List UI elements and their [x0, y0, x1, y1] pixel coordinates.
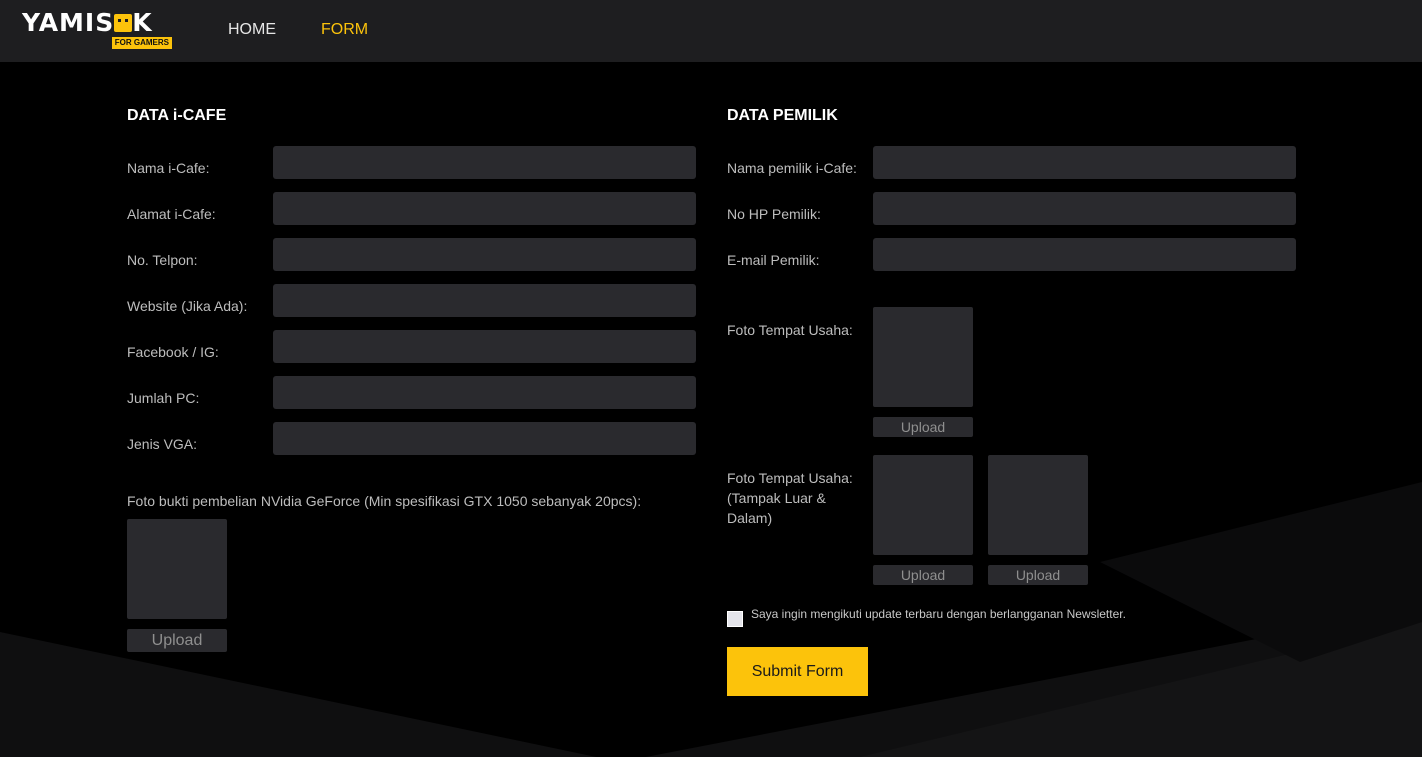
phone-label: No. Telpon: [127, 252, 198, 268]
pc-count-input[interactable] [273, 376, 696, 409]
purchase-proof-photo[interactable] [127, 519, 227, 619]
phone-input[interactable] [273, 238, 696, 271]
smiley-icon [114, 14, 133, 32]
business-photo[interactable] [873, 307, 973, 407]
logo-tagline: FOR GAMERS [111, 37, 172, 49]
owner-section-title: DATA PEMILIK [727, 107, 838, 124]
social-label: Facebook / IG: [127, 344, 219, 360]
owner-phone-input[interactable] [873, 192, 1296, 225]
icafe-address-label: Alamat i-Cafe: [127, 206, 216, 222]
business-photo-upload-button[interactable]: Upload [873, 417, 973, 437]
business-exterior-interior-label: Foto Tempat Usaha: (Tampak Luar & Dalam) [727, 470, 853, 526]
icafe-address-input[interactable] [273, 192, 696, 225]
purchase-proof-upload-button[interactable]: Upload [127, 629, 227, 652]
submit-form-button[interactable]: Submit Form [727, 647, 868, 696]
website-label: Website (Jika Ada): [127, 298, 248, 314]
newsletter-checkbox[interactable] [727, 611, 743, 627]
owner-phone-label: No HP Pemilik: [727, 206, 821, 222]
business-interior-photo[interactable] [988, 455, 1088, 555]
owner-email-label: E-mail Pemilik: [727, 252, 820, 268]
social-input[interactable] [273, 330, 696, 363]
vga-type-label: Jenis VGA: [127, 436, 198, 452]
icafe-name-label: Nama i-Cafe: [127, 160, 210, 176]
brand-logo[interactable]: YAMIS K FOR GAMERS [22, 10, 174, 50]
newsletter-label: Saya ingin mengikuti update terbaru deng… [751, 607, 1126, 621]
owner-name-label: Nama pemilik i-Cafe: [727, 160, 857, 176]
business-exterior-upload-button[interactable]: Upload [873, 565, 973, 585]
owner-email-input[interactable] [873, 238, 1296, 271]
icafe-name-input[interactable] [273, 146, 696, 179]
vga-type-input[interactable] [273, 422, 696, 455]
icafe-section-title: DATA i-CAFE [127, 107, 227, 124]
logo-wordmark: YAMIS K [22, 8, 153, 37]
top-navbar: YAMIS K FOR GAMERS HOME FORM [0, 0, 1422, 62]
business-exterior-photo[interactable] [873, 455, 973, 555]
nav-home-link[interactable]: HOME [228, 21, 276, 39]
business-photo-label: Foto Tempat Usaha: [727, 322, 853, 338]
website-input[interactable] [273, 284, 696, 317]
business-interior-upload-button[interactable]: Upload [988, 565, 1088, 585]
pc-count-label: Jumlah PC: [127, 390, 200, 406]
nav-form-link[interactable]: FORM [321, 21, 368, 39]
owner-name-input[interactable] [873, 146, 1296, 179]
purchase-proof-label: Foto bukti pembelian NVidia GeForce (Min… [127, 493, 642, 509]
